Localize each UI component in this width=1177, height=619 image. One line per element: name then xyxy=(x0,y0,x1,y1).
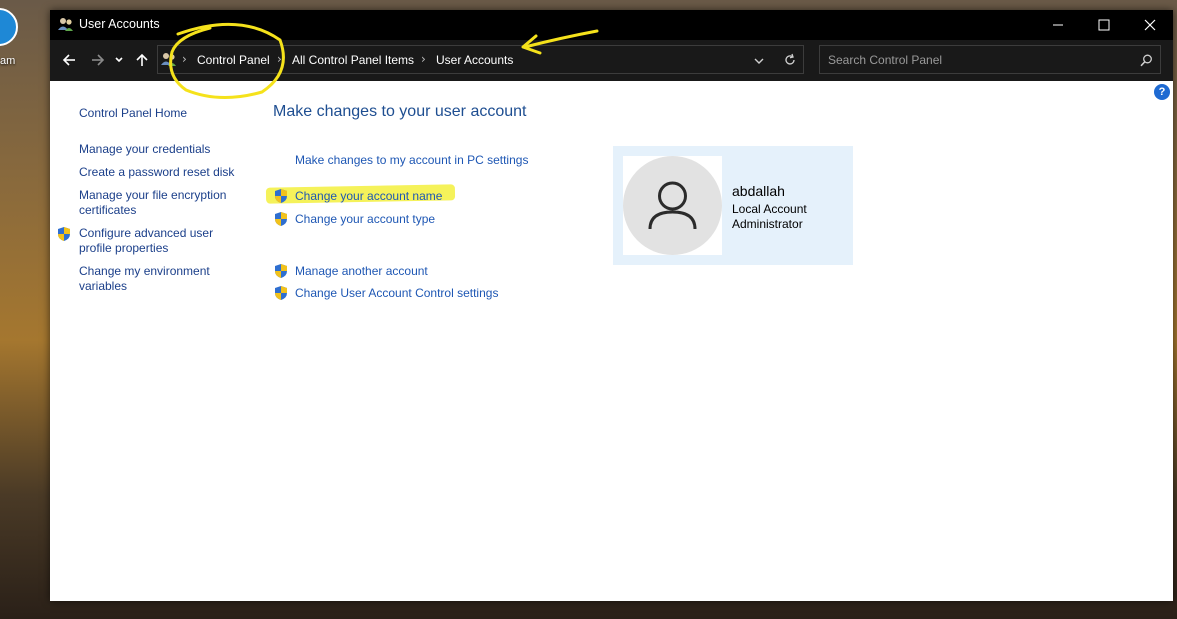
sidebar-file-encryption[interactable]: Manage your file encryption certificates xyxy=(79,188,244,218)
sidebar-password-reset-disk[interactable]: Create a password reset disk xyxy=(79,165,244,180)
content-area: ? Control Panel Home Manage your credent… xyxy=(50,81,1173,601)
breadcrumb-separator-icon: › xyxy=(277,52,282,66)
chevron-down-icon xyxy=(115,57,123,63)
uac-shield-icon xyxy=(58,227,70,241)
user-accounts-icon xyxy=(58,18,73,31)
sidebar-control-panel-home[interactable]: Control Panel Home xyxy=(79,106,244,121)
search-box[interactable]: Search Control Panel xyxy=(819,45,1161,74)
window-title: User Accounts xyxy=(79,17,160,31)
maximize-button[interactable] xyxy=(1081,10,1127,40)
help-icon[interactable]: ? xyxy=(1154,84,1170,100)
change-account-type-link[interactable]: Change your account type xyxy=(295,212,435,226)
sidebar-manage-credentials[interactable]: Manage your credentials xyxy=(79,142,244,157)
breadcrumb-all-items[interactable]: All Control Panel Items xyxy=(292,53,414,67)
back-button[interactable] xyxy=(58,49,80,71)
uac-shield-icon xyxy=(275,286,287,300)
uac-settings-link[interactable]: Change User Account Control settings xyxy=(295,286,498,300)
address-bar[interactable]: › Control Panel › All Control Panel Item… xyxy=(157,45,804,74)
breadcrumb-separator-icon: › xyxy=(421,52,426,66)
minimize-icon xyxy=(1053,24,1063,26)
control-panel-icon xyxy=(161,53,176,66)
sidebar-advanced-profile[interactable]: Configure advanced user profile properti… xyxy=(79,226,244,256)
breadcrumb-user-accounts[interactable]: User Accounts xyxy=(436,53,513,67)
pc-settings-link[interactable]: Make changes to my account in PC setting… xyxy=(295,153,528,167)
change-account-name-link[interactable]: Change your account name xyxy=(295,189,442,203)
search-input[interactable]: Search Control Panel xyxy=(828,53,942,67)
desktop-app-icon[interactable] xyxy=(0,8,18,46)
arrow-right-icon xyxy=(92,54,105,66)
refresh-icon[interactable] xyxy=(783,53,797,67)
breadcrumb-control-panel[interactable]: Control Panel xyxy=(197,53,270,67)
arrow-left-icon xyxy=(62,54,75,66)
maximize-icon xyxy=(1098,19,1110,31)
uac-shield-icon xyxy=(275,264,287,278)
forward-button[interactable] xyxy=(87,49,109,71)
uac-shield-icon xyxy=(275,189,287,203)
user-accounts-window: User Accounts › Control Panel › All Cont… xyxy=(50,10,1173,601)
close-icon xyxy=(1144,19,1156,31)
navigation-bar: › Control Panel › All Control Panel Item… xyxy=(50,40,1173,81)
address-dropdown-icon[interactable] xyxy=(753,56,765,66)
account-card: abdallah Local Account Administrator xyxy=(613,146,853,265)
breadcrumb-separator-icon: › xyxy=(182,52,187,66)
page-title: Make changes to your user account xyxy=(273,103,527,120)
minimize-button[interactable] xyxy=(1035,10,1081,40)
account-type: Local Account xyxy=(732,202,807,216)
title-bar[interactable]: User Accounts xyxy=(50,10,1173,40)
arrow-up-icon xyxy=(136,53,148,66)
close-button[interactable] xyxy=(1127,10,1173,40)
recent-locations-button[interactable] xyxy=(112,49,126,71)
account-role: Administrator xyxy=(732,217,803,231)
uac-shield-icon xyxy=(275,212,287,226)
sidebar-environment-variables[interactable]: Change my environment variables xyxy=(79,264,244,294)
user-avatar-icon xyxy=(648,181,697,230)
search-icon[interactable] xyxy=(1140,54,1153,67)
account-name: abdallah xyxy=(732,183,785,199)
manage-another-account-link[interactable]: Manage another account xyxy=(295,264,428,278)
desktop-icon-label: am xyxy=(0,55,16,67)
avatar xyxy=(623,156,722,255)
up-button[interactable] xyxy=(131,49,153,71)
